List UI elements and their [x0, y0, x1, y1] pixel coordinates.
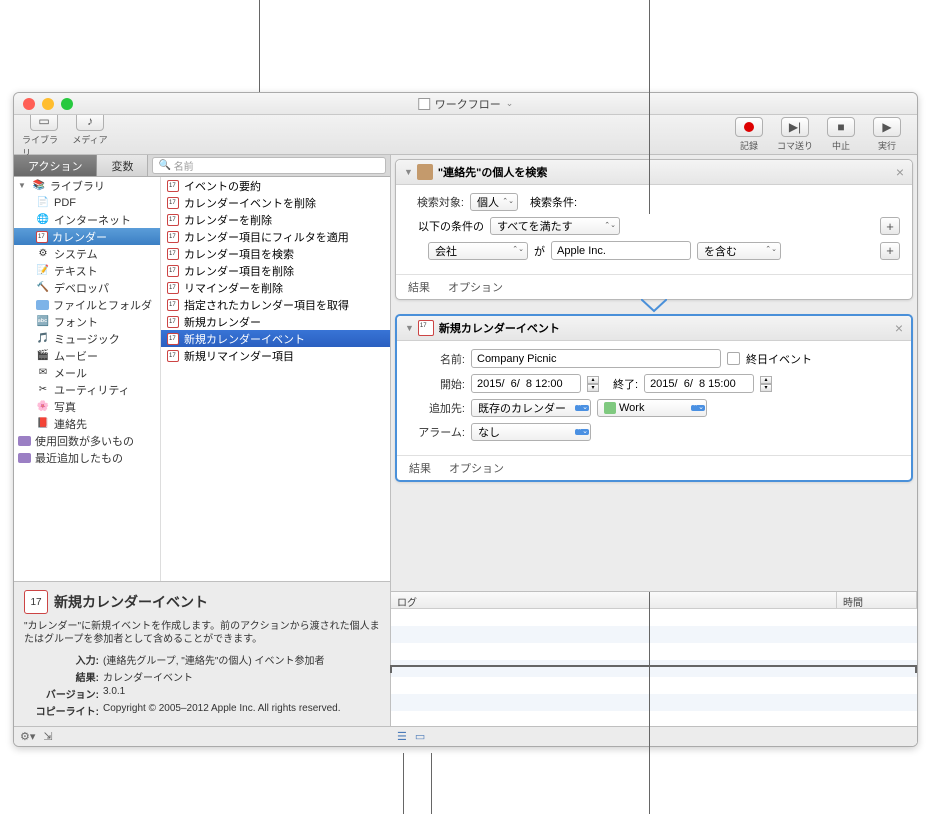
- field-select[interactable]: 会社: [428, 242, 528, 260]
- results-link[interactable]: 結果: [408, 279, 430, 295]
- media-button[interactable]: ♪メディア: [68, 111, 112, 159]
- results-link[interactable]: 結果: [409, 460, 431, 476]
- info-pane: 17 新規カレンダーイベント "カレンダー"に新規イベントを作成します。前のアク…: [14, 581, 390, 746]
- disclosure-icon[interactable]: ▼: [405, 323, 414, 333]
- action-item[interactable]: カレンダー項目にフィルタを適用: [161, 228, 390, 245]
- flow-view-icon[interactable]: ▭: [415, 730, 425, 743]
- calendar-icon: [418, 320, 434, 336]
- library-root[interactable]: ▼📚ライブラリ: [14, 177, 160, 194]
- smart-folder[interactable]: 最近追加したもの: [14, 449, 160, 466]
- contacts-icon: [417, 164, 433, 180]
- contains-select[interactable]: を含む: [697, 242, 781, 260]
- library-item[interactable]: 🎵ミュージック: [14, 330, 160, 347]
- stop-button[interactable]: ■中止: [819, 117, 863, 152]
- action-item[interactable]: イベントの要約: [161, 177, 390, 194]
- close-icon[interactable]: ×: [896, 164, 904, 180]
- info-title: 新規カレンダーイベント: [54, 592, 208, 612]
- action-item[interactable]: カレンダー項目を検索: [161, 245, 390, 262]
- event-name-input[interactable]: [471, 349, 721, 368]
- gear-icon[interactable]: ⚙▾: [20, 730, 35, 743]
- addto-select[interactable]: 既存のカレンダー: [471, 399, 591, 417]
- close-button[interactable]: [23, 98, 35, 110]
- action-item[interactable]: リマインダーを削除: [161, 279, 390, 296]
- library-item[interactable]: 🔨デベロッパ: [14, 279, 160, 296]
- library-item[interactable]: 📄PDF: [14, 194, 160, 211]
- record-button[interactable]: 記録: [727, 117, 771, 152]
- library-item-selected[interactable]: カレンダー: [14, 228, 160, 245]
- action-item[interactable]: 新規リマインダー項目: [161, 347, 390, 364]
- library-column: ▼📚ライブラリ 📄PDF 🌐インターネット カレンダー ⚙システム 📝テキスト …: [14, 177, 161, 581]
- start-stepper[interactable]: ▴▾: [587, 376, 599, 392]
- library-item[interactable]: 🔤フォント: [14, 313, 160, 330]
- run-button[interactable]: ▶実行: [865, 117, 909, 152]
- action-item[interactable]: カレンダーを削除: [161, 211, 390, 228]
- smart-folder[interactable]: 使用回数が多いもの: [14, 432, 160, 449]
- action-item[interactable]: 指定されたカレンダー項目を取得: [161, 296, 390, 313]
- value-input[interactable]: [551, 241, 691, 260]
- add-condition-button[interactable]: +: [880, 217, 900, 235]
- info-description: "カレンダー"に新規イベントを作成します。前のアクションから渡された個人またはグ…: [24, 620, 380, 646]
- document-icon: [418, 98, 430, 110]
- end-date-input[interactable]: [644, 374, 754, 393]
- library-item[interactable]: 🎬ムービー: [14, 347, 160, 364]
- window-title: ワークフロー ⌄: [418, 96, 514, 112]
- library-item[interactable]: ファイルとフォルダ: [14, 296, 160, 313]
- options-link[interactable]: オプション: [448, 279, 503, 295]
- toolbar: ▭ライブラリ ♪メディア 記録 ▶|コマ送り ■中止 ▶実行: [14, 115, 917, 155]
- connector-icon: [641, 299, 667, 313]
- library-item[interactable]: ⚙システム: [14, 245, 160, 262]
- tab-variable[interactable]: 変数: [97, 155, 148, 176]
- action-find-contacts: ▼ "連絡先"の個人を検索 × 検索対象: 個人 検索条件: 以下の条件の: [395, 159, 913, 300]
- action-item[interactable]: 新規カレンダー: [161, 313, 390, 330]
- calendar-select[interactable]: Work: [597, 399, 707, 417]
- action-item[interactable]: カレンダー項目を削除: [161, 262, 390, 279]
- chevron-down-icon: ⌄: [506, 98, 514, 109]
- minimize-button[interactable]: [42, 98, 54, 110]
- time-column-header[interactable]: 時間: [837, 592, 917, 608]
- log-body: [391, 609, 917, 726]
- library-item[interactable]: 🌸写真: [14, 398, 160, 415]
- start-date-input[interactable]: [471, 374, 581, 393]
- tab-action[interactable]: アクション: [14, 155, 97, 176]
- step-button[interactable]: ▶|コマ送り: [773, 117, 817, 152]
- titlebar: ワークフロー ⌄: [14, 93, 917, 115]
- allday-checkbox[interactable]: [727, 352, 740, 365]
- options-link[interactable]: オプション: [449, 460, 504, 476]
- close-icon[interactable]: ×: [895, 320, 903, 336]
- action-item-selected[interactable]: 新規カレンダーイベント: [161, 330, 390, 347]
- action-new-calendar-event: ▼ 新規カレンダーイベント × 名前: 終日イベント 開始:: [395, 314, 913, 482]
- match-select[interactable]: すべてを満たす: [490, 217, 620, 235]
- log-column-header[interactable]: ログ: [391, 592, 837, 608]
- search-input[interactable]: 🔍 名前: [152, 157, 386, 174]
- search-icon: 🔍: [158, 160, 170, 171]
- automator-window: ワークフロー ⌄ ▭ライブラリ ♪メディア 記録 ▶|コマ送り ■中止 ▶実行 …: [13, 92, 918, 747]
- log-pane: ログ 時間 ☰ ▭: [391, 591, 917, 746]
- library-item[interactable]: ✉メール: [14, 364, 160, 381]
- end-stepper[interactable]: ▴▾: [760, 376, 772, 392]
- library-toggle[interactable]: ▭ライブラリ: [22, 111, 66, 159]
- library-item[interactable]: 📕連絡先: [14, 415, 160, 432]
- library-item[interactable]: 📝テキスト: [14, 262, 160, 279]
- left-footer: ⚙▾ ⇲: [14, 726, 391, 746]
- actions-column: イベントの要約 カレンダーイベントを削除 カレンダーを削除 カレンダー項目にフィ…: [161, 177, 390, 581]
- disclosure-icon[interactable]: ▼: [404, 167, 413, 177]
- library-item[interactable]: ✂ユーティリティ: [14, 381, 160, 398]
- zoom-button[interactable]: [61, 98, 73, 110]
- log-view-icon[interactable]: ☰: [397, 730, 407, 743]
- calendar-icon: 17: [24, 590, 48, 614]
- workflow-area: ▼ "連絡先"の個人を検索 × 検索対象: 個人 検索条件: 以下の条件の: [391, 155, 917, 591]
- search-target-select[interactable]: 個人: [470, 193, 518, 211]
- expand-icon[interactable]: ⇲: [43, 730, 52, 743]
- alarm-select[interactable]: なし: [471, 423, 591, 441]
- add-row-button[interactable]: +: [880, 242, 900, 260]
- action-item[interactable]: カレンダーイベントを削除: [161, 194, 390, 211]
- library-item[interactable]: 🌐インターネット: [14, 211, 160, 228]
